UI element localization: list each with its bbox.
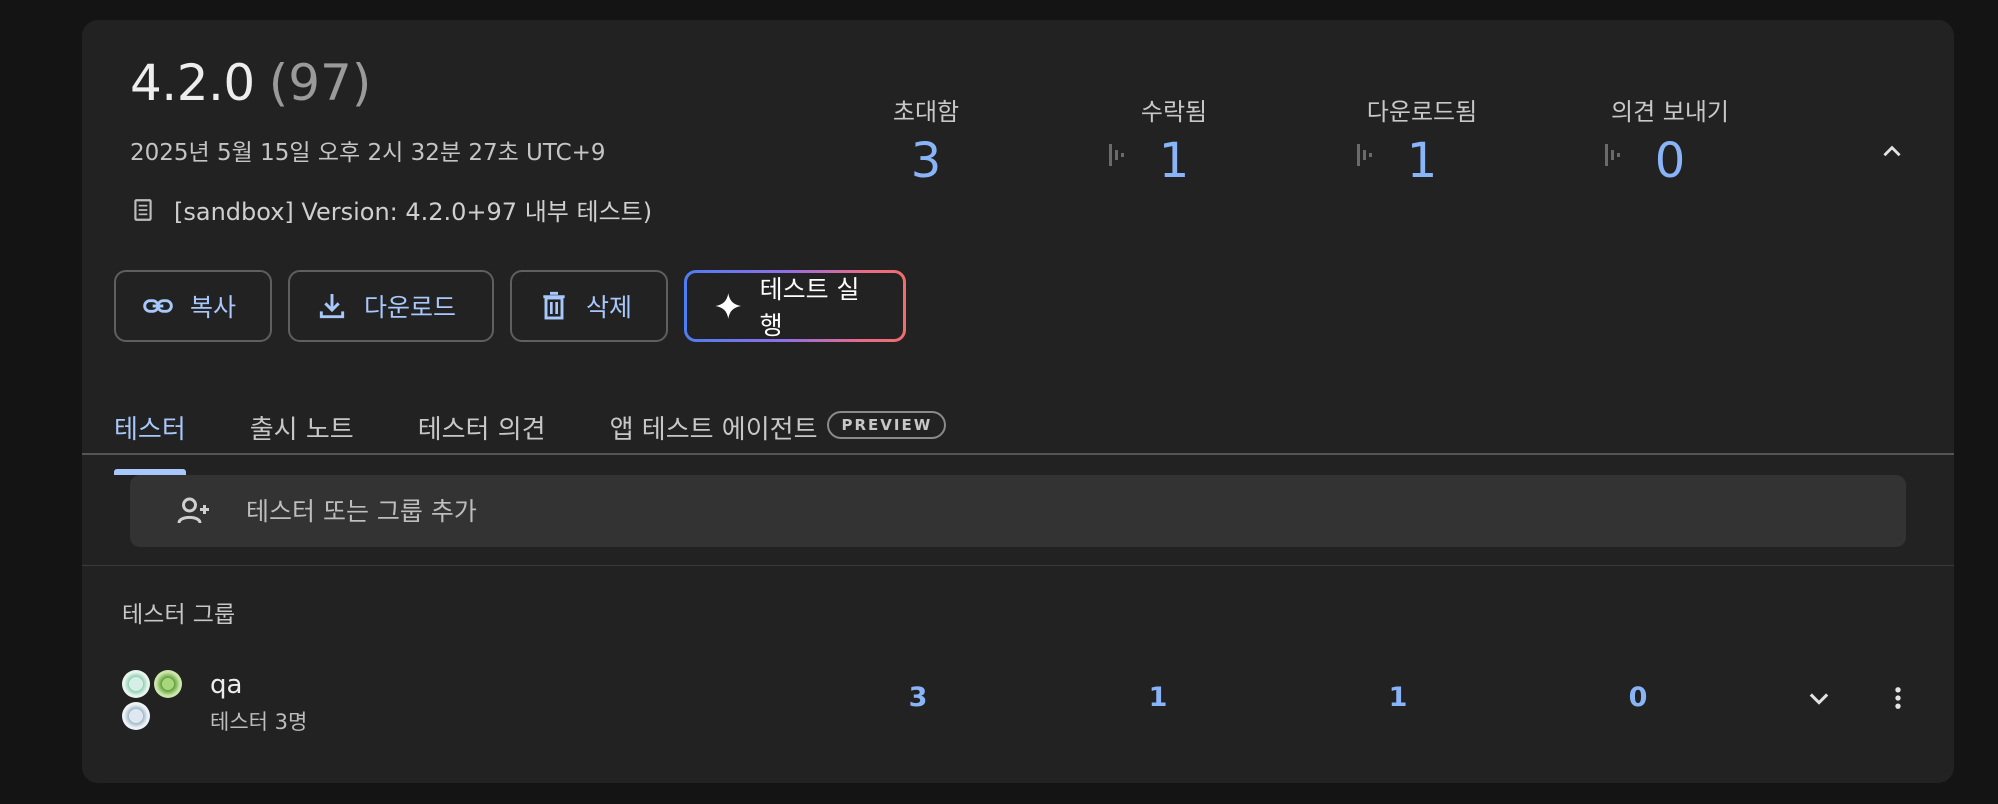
release-note-row: [sandbox] Version: 4.2.0+97 내부 테스트): [130, 192, 652, 227]
build-number: (97): [268, 54, 372, 112]
release-note: [sandbox] Version: 4.2.0+97 내부 테스트): [174, 198, 653, 226]
release-stats: 초대함 3 수락됨 1 다운로드됨 1 의견 보내기 0: [826, 92, 1816, 202]
chevron-up-icon: [1883, 145, 1901, 157]
delete-button[interactable]: 삭제: [510, 270, 668, 342]
tab-label: 테스터 의견: [417, 415, 546, 445]
table-row[interactable]: qa 테스터 3명 3 1 1 0: [82, 660, 1954, 740]
trash-icon: [543, 291, 565, 320]
version-number: 4.2.0: [130, 54, 255, 112]
stat-value: 1: [1406, 133, 1438, 189]
avatar-icon: [122, 670, 150, 698]
collapse-button[interactable]: [1872, 132, 1912, 172]
group-tester-count: 테스터 3명: [210, 710, 308, 734]
release-card: 4.2.0 (97) 2025년 5월 15일 오후 2시 32분 27초 UT…: [82, 20, 1954, 783]
stat-label: 의견 보내기: [1610, 98, 1730, 126]
tab-tester-feedback[interactable]: 테스터 의견: [418, 395, 546, 473]
action-buttons: 복사 다운로드 삭제 테스트 실행: [114, 270, 906, 342]
group-downloaded: 1: [1388, 682, 1408, 713]
person-add-icon: [177, 497, 209, 524]
stat-feedback: 의견 보내기 0: [1570, 92, 1770, 189]
more-vert-icon: [1895, 687, 1901, 709]
download-icon: [319, 294, 345, 319]
group-accepted: 1: [1148, 682, 1168, 713]
tab-release-notes[interactable]: 출시 노트: [250, 395, 354, 473]
download-label: 다운로드: [364, 293, 457, 322]
stat-invited: 초대함 3: [826, 92, 1026, 189]
note-icon: [134, 198, 152, 221]
stat-value: 0: [1654, 133, 1686, 189]
stat-value: 3: [910, 133, 942, 189]
tester-groups-header: 테스터 그룹: [122, 602, 236, 628]
download-button[interactable]: 다운로드: [288, 270, 494, 342]
link-icon: [143, 299, 173, 313]
version-heading: 4.2.0 (97): [130, 54, 371, 112]
delete-label: 삭제: [586, 293, 633, 322]
tab-label: 테스터: [114, 415, 186, 445]
sparkle-icon: [715, 293, 742, 319]
stat-label: 초대함: [892, 98, 960, 126]
search-input[interactable]: [246, 496, 1906, 526]
section-divider: [82, 565, 1954, 566]
avatar: [122, 670, 184, 732]
stat-downloaded: 다운로드됨 1: [1322, 92, 1522, 189]
avatar-icon: [122, 702, 150, 730]
group-invited: 3: [908, 682, 928, 713]
run-test-button[interactable]: 테스트 실행: [684, 270, 906, 342]
add-tester-search[interactable]: [130, 475, 1906, 547]
tab-label: 출시 노트: [249, 415, 354, 445]
preview-badge: PREVIEW: [827, 411, 947, 439]
copy-button[interactable]: 복사: [114, 270, 272, 342]
copy-label: 복사: [190, 293, 237, 322]
expand-group-button[interactable]: [1797, 676, 1841, 720]
run-test-label: 테스트 실행: [759, 275, 860, 340]
tab-testers[interactable]: 테스터: [114, 395, 186, 475]
stat-value: 1: [1158, 133, 1190, 189]
tab-bar: 테스터 출시 노트 테스터 의견 앱 테스트 에이전트 PREVIEW: [114, 395, 1010, 475]
more-options-button[interactable]: [1876, 676, 1920, 720]
release-date: 2025년 5월 15일 오후 2시 32분 27초 UTC+9: [130, 140, 606, 166]
group-name: qa: [210, 670, 243, 700]
group-feedback: 0: [1628, 682, 1648, 713]
stat-label: 수락됨: [1140, 98, 1208, 126]
stat-label: 다운로드됨: [1366, 98, 1478, 126]
tab-divider: [82, 453, 1954, 455]
tab-app-test-agent[interactable]: 앱 테스트 에이전트 PREVIEW: [610, 395, 947, 473]
stat-accepted: 수락됨 1: [1074, 92, 1274, 189]
tab-label: 앱 테스트 에이전트: [609, 415, 818, 445]
avatar-icon: [154, 670, 182, 698]
chevron-down-icon: [1809, 693, 1829, 705]
